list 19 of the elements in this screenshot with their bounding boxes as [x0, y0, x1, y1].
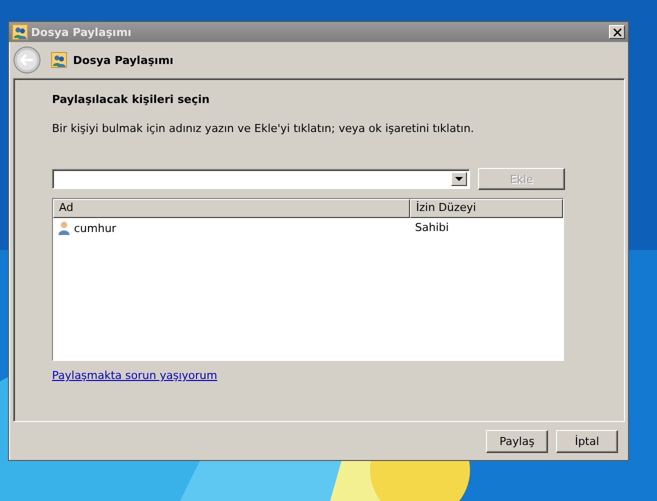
share-button[interactable]: Paylaş: [486, 430, 548, 452]
name-combo-box[interactable]: [52, 169, 470, 189]
cancel-button[interactable]: İptal: [556, 430, 618, 452]
dropdown-arrow-icon: [455, 176, 463, 182]
people-icon: [12, 24, 28, 40]
column-header[interactable]: Ad: [53, 199, 410, 218]
close-button[interactable]: [609, 25, 625, 39]
help-link[interactable]: Paylaşmakta sorun yaşıyorum: [52, 369, 218, 382]
column-header[interactable]: İzin Düzeyi: [410, 199, 563, 218]
close-icon: [612, 28, 622, 36]
back-button[interactable]: [13, 46, 41, 74]
section-heading: Paylaşılacak kişileri seçin: [52, 93, 211, 106]
user-name[interactable]: cumhur: [74, 222, 116, 234]
permission-level[interactable]: Sahibi: [410, 221, 454, 235]
instruction-text: Bir kişiyi bulmak için adınız yazın ve Ekle'yi tıklatın; veya ok işaretini tıklatın.: [52, 122, 476, 135]
people-icon: [51, 52, 67, 68]
window-title: Dosya Paylaşımı: [31, 26, 132, 38]
dialog-title: Dosya Paylaşımı: [73, 54, 174, 66]
user-icon: [58, 221, 70, 235]
